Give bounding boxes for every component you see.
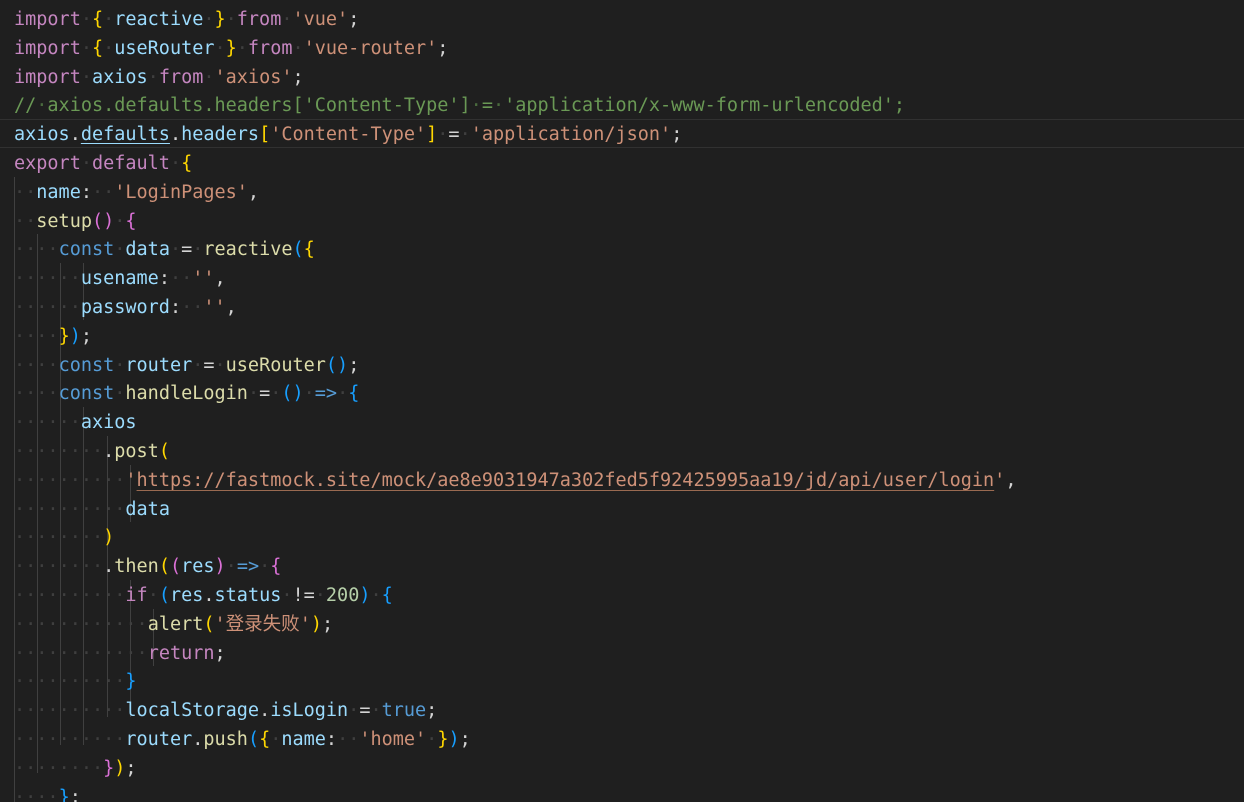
code-line-26[interactable]: ··········router.push({·name:··'home'·})… — [14, 726, 1016, 755]
code-line-28[interactable]: ····}; — [14, 784, 1016, 802]
code-line-19[interactable]: ········) — [14, 524, 1016, 553]
code-line-16[interactable]: ········.post( — [14, 438, 1016, 467]
code-line-9[interactable]: ····const·data·=·reactive({ — [14, 236, 1016, 265]
code-line-20[interactable]: ········.then((res)·=>·{ — [14, 553, 1016, 582]
url-link[interactable]: https://fastmock.site/mock/ae8e9031947a3… — [137, 470, 995, 491]
code-line-22-alert[interactable]: ············alert('登录失败'); — [14, 611, 1016, 640]
code-line-10[interactable]: ······usename:··'', — [14, 265, 1016, 294]
code-line-2[interactable]: import·{·useRouter·}·from·'vue-router'; — [14, 35, 1016, 64]
code-line-7[interactable]: ··name:··'LoginPages', — [14, 179, 1016, 208]
code-line-27[interactable]: ········}); — [14, 755, 1016, 784]
code-line-5-current[interactable]: axios.defaults.headers['Content-Type']·=… — [14, 121, 1016, 150]
code-line-21[interactable]: ··········if·(res.status·!=·200)·{ — [14, 582, 1016, 611]
code-line-12[interactable]: ····}); — [14, 323, 1016, 352]
code-lines[interactable]: import·{·reactive·}·from·'vue'; import·{… — [0, 0, 1016, 802]
code-editor[interactable]: import·{·reactive·}·from·'vue'; import·{… — [0, 0, 1244, 802]
code-line-18[interactable]: ··········data — [14, 496, 1016, 525]
code-line-17-url[interactable]: ··········'https://fastmock.site/mock/ae… — [14, 467, 1016, 496]
code-line-23[interactable]: ············return; — [14, 640, 1016, 669]
code-line-25[interactable]: ··········localStorage.isLogin·=·true; — [14, 697, 1016, 726]
code-line-24[interactable]: ··········} — [14, 668, 1016, 697]
code-line-4-comment[interactable]: //·axios.defaults.headers['Content-Type'… — [14, 92, 1016, 121]
code-line-15[interactable]: ······axios — [14, 409, 1016, 438]
code-line-11[interactable]: ······password:··'', — [14, 294, 1016, 323]
code-line-1[interactable]: import·{·reactive·}·from·'vue'; — [14, 6, 1016, 35]
code-line-13[interactable]: ····const·router·=·useRouter(); — [14, 352, 1016, 381]
alert-message-text: 登录失败 — [225, 613, 300, 635]
code-line-3[interactable]: import·axios·from·'axios'; — [14, 64, 1016, 93]
code-line-8[interactable]: ··setup()·{ — [14, 208, 1016, 237]
code-line-14[interactable]: ····const·handleLogin·=·()·=>·{ — [14, 380, 1016, 409]
code-line-6[interactable]: export·default·{ — [14, 150, 1016, 179]
